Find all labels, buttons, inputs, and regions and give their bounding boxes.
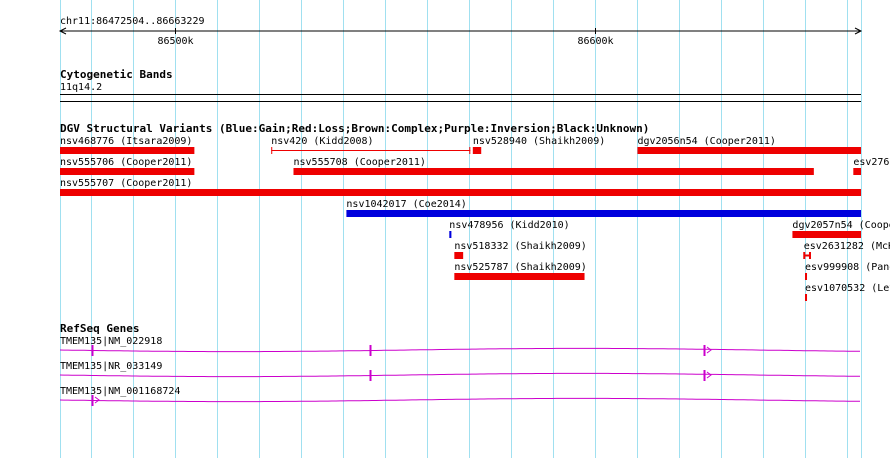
- cytoband-label: 11q14.2: [60, 82, 102, 93]
- gene-intron-line: [59, 347, 860, 353]
- dgv-variant-label: nsv1042017 (Coe2014): [346, 199, 466, 210]
- dgv-variant-label: esv999908 (Pang2010): [805, 262, 890, 273]
- cytoband-track[interactable]: Cytogenetic Bands 11q14.2: [60, 68, 861, 102]
- dgv-variant-label: nsv518332 (Shaikh2009): [454, 241, 586, 252]
- gene-label: TMEM135|NM_001168724: [60, 386, 180, 397]
- dgv-variant-label: nsv555706 (Cooper2011): [60, 157, 192, 168]
- dgv-variant-bar: [293, 168, 814, 175]
- genome-browser-panel: chr11:86472504..86663229 86500k 86600k Cy…: [58, 0, 890, 458]
- ruler-tick-label: 86500k: [157, 36, 193, 47]
- refseq-track-title: RefSeq Genes: [60, 322, 139, 335]
- dgv-variant[interactable]: nsv518332 (Shaikh2009): [454, 241, 587, 259]
- dgv-variant[interactable]: nsv555706 (Cooper2011): [60, 157, 195, 175]
- dgv-variant-label: nsv555707 (Cooper2011): [60, 178, 192, 189]
- dgv-variant-label: nsv478956 (Kidd2010): [449, 220, 569, 231]
- dgv-variant-label: dgv2057n54 (Cooper2011): [792, 220, 890, 231]
- dgv-variant-bar: [792, 231, 861, 238]
- refseq-track: RefSeq Genes TMEM135|NM_022918 TMEM135|NR…: [59, 322, 860, 406]
- dgv-variant-bar: [454, 252, 464, 259]
- ruler-tick-label: 86600k: [577, 36, 613, 47]
- dgv-track: DGV Structural Variants (Blue:Gain;Red:L…: [60, 122, 890, 301]
- gene-label: TMEM135|NM_022918: [60, 336, 162, 347]
- gene-model[interactable]: TMEM135|NR_033149: [59, 361, 860, 381]
- dgv-variant-bar: [472, 147, 482, 154]
- refseq-gene-models: TMEM135|NM_022918 TMEM135|NR_033149 TMEM13…: [59, 336, 860, 406]
- gene-intron-line: [59, 372, 860, 378]
- dgv-variant-bar: [805, 294, 808, 301]
- dgv-variant[interactable]: nsv1042017 (Coe2014): [346, 199, 861, 217]
- dgv-variant-label: nsv420 (Kidd2008): [271, 136, 373, 147]
- gene-model[interactable]: TMEM135|NM_001168724: [59, 386, 860, 406]
- dgv-variant[interactable]: nsv525787 (Shaikh2009): [454, 262, 587, 280]
- gene-intron-line: [59, 397, 860, 403]
- gene-label: TMEM135|NR_033149: [60, 361, 162, 372]
- dgv-variant-label: nsv525787 (Shaikh2009): [454, 262, 586, 273]
- gene-model[interactable]: TMEM135|NM_022918: [59, 336, 860, 356]
- ruler-range-label: chr11:86472504..86663229: [60, 16, 205, 27]
- dgv-variant[interactable]: esv2631282 (McKernan: [803, 241, 890, 259]
- dgv-variant-label: nsv468776 (Itsara2009): [60, 136, 192, 147]
- dgv-variant-bar: [60, 168, 195, 175]
- dgv-variant-label: nsv555708 (Cooper2011): [293, 157, 425, 168]
- dgv-variant-bar: [449, 231, 452, 238]
- cytoband-track-title: Cytogenetic Bands: [60, 68, 173, 81]
- dgv-variant[interactable]: nsv478956 (Kidd2010): [449, 220, 570, 238]
- dgv-variant[interactable]: nsv468776 (Itsara2009): [60, 136, 195, 154]
- dgv-variant-label: nsv528940 (Shaikh2009): [473, 136, 605, 147]
- dgv-variant-bar: [637, 147, 861, 154]
- dgv-variant-bar: [346, 210, 861, 217]
- dgv-variant-label: esv276: [853, 157, 889, 168]
- dgv-variant[interactable]: nsv555707 (Cooper2011): [60, 178, 861, 196]
- dgv-variant[interactable]: dgv2056n54 (Cooper2011): [637, 136, 861, 154]
- dgv-variant-label: esv1070532 (Levy2007: [805, 283, 890, 294]
- dgv-variant-label: dgv2056n54 (Cooper2011): [637, 136, 775, 147]
- dgv-features: nsv468776 (Itsara2009) nsv420 (Kidd2008) n…: [60, 136, 890, 301]
- strand-arrow-icon: [706, 371, 712, 379]
- dgv-variant-bar: [60, 147, 195, 154]
- dgv-variant-bar: [60, 189, 861, 196]
- dgv-variant-bar: [454, 273, 585, 280]
- dgv-track-title: DGV Structural Variants (Blue:Gain;Red:L…: [60, 122, 649, 135]
- strand-arrow-icon: [706, 346, 712, 354]
- dgv-variant[interactable]: esv276: [853, 157, 889, 175]
- dgv-variant[interactable]: dgv2057n54 (Cooper2011): [792, 220, 890, 238]
- dgv-variant-bar: [805, 273, 808, 280]
- dgv-variant-bar: [853, 168, 861, 175]
- dgv-variant-label: esv2631282 (McKernan: [804, 241, 890, 252]
- ruler-track: chr11:86472504..86663229 86500k 86600k: [58, 16, 863, 47]
- dgv-variant[interactable]: nsv528940 (Shaikh2009): [472, 136, 605, 154]
